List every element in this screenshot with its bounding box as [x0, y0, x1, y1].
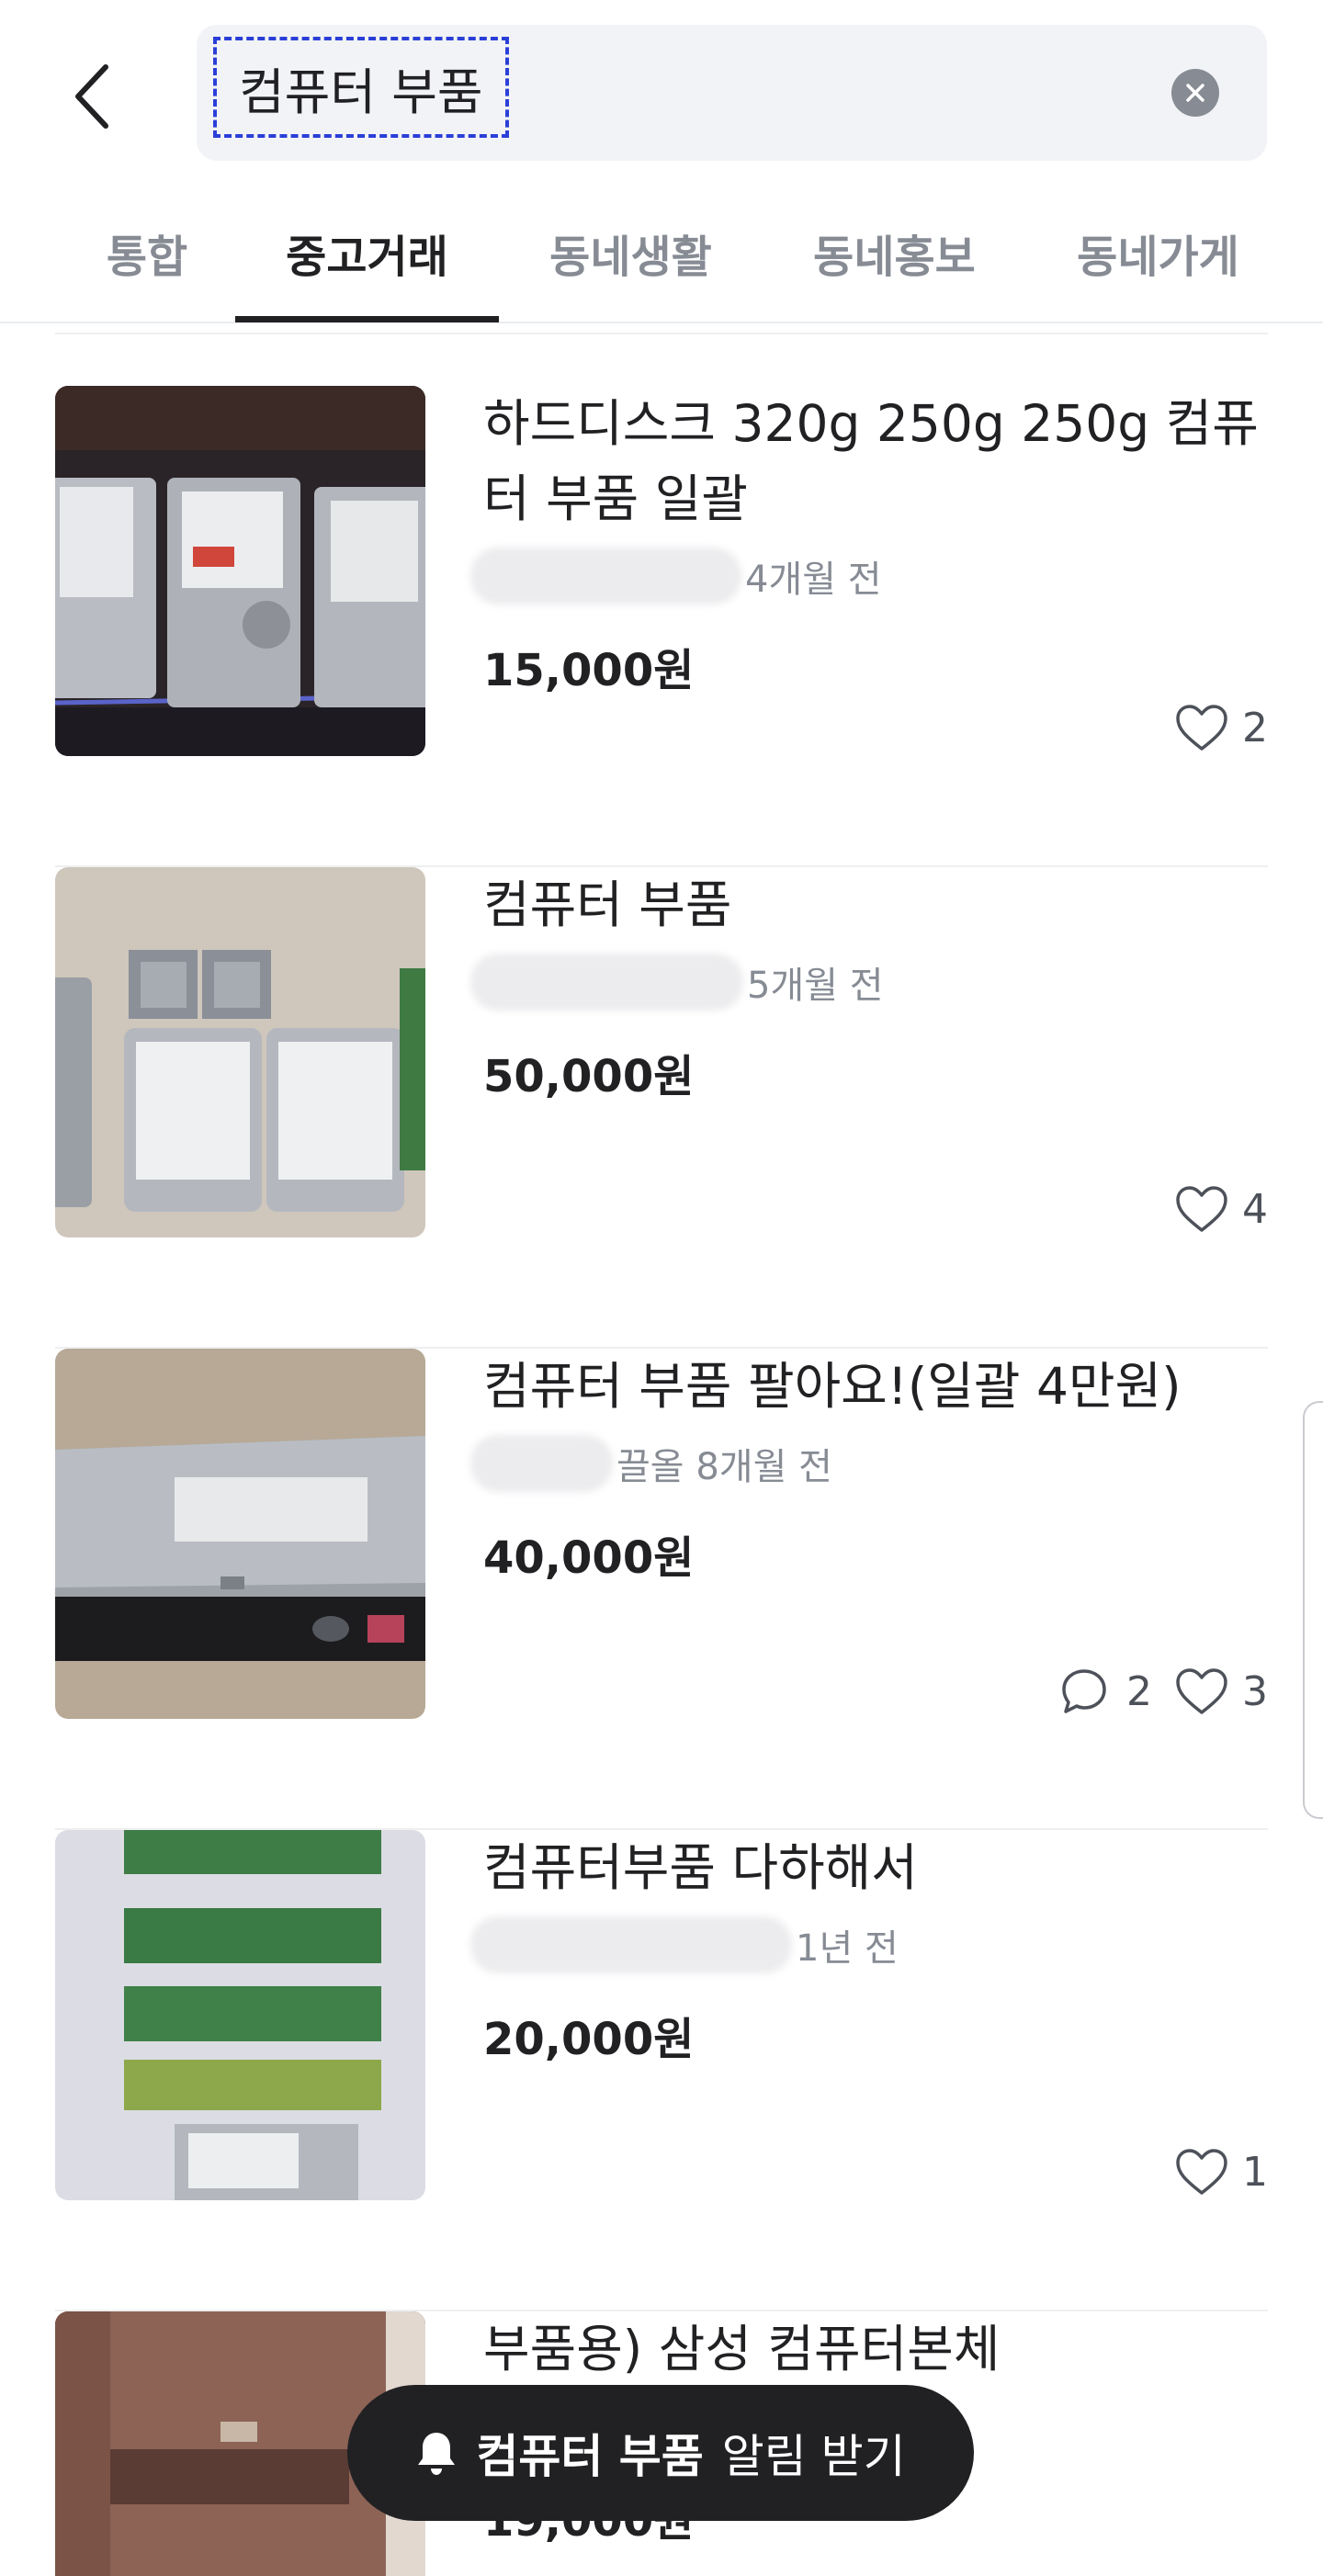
item-title[interactable]: 컴퓨터 부품 팔아요!(일괄 4만원) — [483, 1349, 1310, 1424]
item-title[interactable]: 컴퓨터 부품 — [483, 867, 1310, 943]
like-count-value: 2 — [1242, 704, 1268, 751]
comment-count-value: 2 — [1126, 1667, 1152, 1715]
blurred-location — [470, 548, 741, 604]
tab-neighborhood-store[interactable]: 동네가게 — [1026, 184, 1290, 322]
blurred-location — [470, 1435, 613, 1492]
item-price: 15,000원 — [483, 645, 695, 696]
item-title[interactable]: 하드디스크 320g 250g 250g 컴퓨 터 부품 일괄 — [483, 386, 1310, 537]
item-time: 4개월 전 — [745, 559, 882, 601]
item-time: 1년 전 — [796, 1927, 899, 1970]
search-input[interactable]: 컴퓨터 부품 — [197, 25, 1267, 161]
item-price: 40,000원 — [483, 1532, 695, 1584]
back-button[interactable] — [55, 46, 129, 147]
item-title-line[interactable]: 하드디스크 320g 250g 250g 컴퓨 — [483, 386, 1310, 461]
bell-icon — [418, 2433, 456, 2475]
item-title-line[interactable]: 부품용) 삼성 컴퓨터본체 — [483, 2311, 1310, 2387]
heart-icon — [1176, 1668, 1227, 1714]
item-stats: 1 — [1174, 2147, 1268, 2197]
item-price: 50,000원 — [483, 1051, 695, 1102]
list-item[interactable]: 컴퓨터 부품 5개월 전 50,000원 4 — [55, 867, 1268, 1349]
result-tabs: 통합 중고거래 동네생활 동네홍보 동네가게 — [0, 184, 1323, 323]
item-meta: 4개월 전 — [470, 544, 882, 608]
close-icon — [1186, 84, 1204, 102]
alert-label: 알림 받기 — [721, 2430, 906, 2483]
item-stats: 4 — [1174, 1184, 1268, 1234]
divider — [55, 333, 1268, 334]
like-count-value: 4 — [1242, 1185, 1268, 1233]
active-tab-indicator — [235, 316, 499, 322]
heart-icon — [1176, 1186, 1227, 1232]
like-count: 1 — [1174, 2147, 1268, 2197]
item-thumbnail[interactable] — [55, 867, 425, 1237]
tab-neighborhood-promo[interactable]: 동네홍보 — [763, 184, 1026, 322]
item-price: 20,000원 — [483, 2014, 695, 2065]
like-count-value: 3 — [1242, 1667, 1268, 1715]
blurred-location — [470, 1916, 792, 1973]
item-time: 끌올 8개월 전 — [616, 1446, 832, 1488]
search-results-page: 컴퓨터 부품 통합 중고거래 동네생활 동네홍보 동네가게 하드디스크 320g… — [0, 0, 1323, 2576]
item-title-line[interactable]: 터 부품 일괄 — [483, 461, 1310, 537]
item-stats: 2 3 — [1057, 1666, 1268, 1717]
like-count-value: 1 — [1242, 2148, 1268, 2196]
item-title[interactable]: 컴퓨터부품 다하해서 — [483, 1830, 1310, 1905]
item-thumbnail[interactable] — [55, 1830, 425, 2200]
list-item[interactable]: 하드디스크 320g 250g 250g 컴퓨 터 부품 일괄 4개월 전 15… — [55, 386, 1268, 867]
tab-neighborhood-life[interactable]: 동네생활 — [499, 184, 763, 322]
like-count: 3 — [1174, 1666, 1268, 1716]
scroll-indicator[interactable] — [1303, 1401, 1323, 1819]
item-meta: 1년 전 — [470, 1913, 899, 1977]
tab-used-trade[interactable]: 중고거래 — [235, 184, 499, 322]
item-title[interactable]: 부품용) 삼성 컴퓨터본체 — [483, 2311, 1310, 2387]
search-query-text[interactable]: 컴퓨터 부품 — [213, 37, 509, 138]
clear-search-button[interactable] — [1171, 69, 1219, 117]
item-stats: 2 — [1174, 703, 1268, 752]
keyword-alert-button[interactable]: 컴퓨터 부품 알림 받기 — [347, 2385, 974, 2521]
chevron-left-icon — [75, 64, 108, 129]
list-item[interactable]: 컴퓨터 부품 팔아요!(일괄 4만원) 끌올 8개월 전 40,000원 2 3 — [55, 1349, 1268, 1830]
item-time: 5개월 전 — [747, 965, 884, 1007]
item-title-line[interactable]: 컴퓨터부품 다하해서 — [483, 1830, 1310, 1905]
item-meta: 끌올 8개월 전 — [470, 1431, 832, 1496]
blurred-location — [470, 954, 743, 1011]
header: 컴퓨터 부품 — [0, 0, 1323, 184]
comment-count: 2 — [1057, 1666, 1152, 1717]
like-count: 4 — [1174, 1184, 1268, 1234]
item-title-line[interactable]: 컴퓨터 부품 팔아요!(일괄 4만원) — [483, 1349, 1310, 1424]
item-thumbnail[interactable] — [55, 386, 425, 756]
alert-keyword: 컴퓨터 부품 — [476, 2430, 704, 2483]
item-title-line[interactable]: 컴퓨터 부품 — [483, 867, 1310, 943]
like-count: 2 — [1174, 703, 1268, 752]
item-thumbnail[interactable] — [55, 1349, 425, 1719]
list-item[interactable]: 컴퓨터부품 다하해서 1년 전 20,000원 1 — [55, 1830, 1268, 2311]
heart-icon — [1176, 2149, 1227, 2195]
heart-icon — [1176, 705, 1227, 751]
item-meta: 5개월 전 — [470, 950, 884, 1014]
tab-all[interactable]: 통합 — [55, 184, 239, 322]
chat-bubble-icon — [1062, 1669, 1106, 1713]
